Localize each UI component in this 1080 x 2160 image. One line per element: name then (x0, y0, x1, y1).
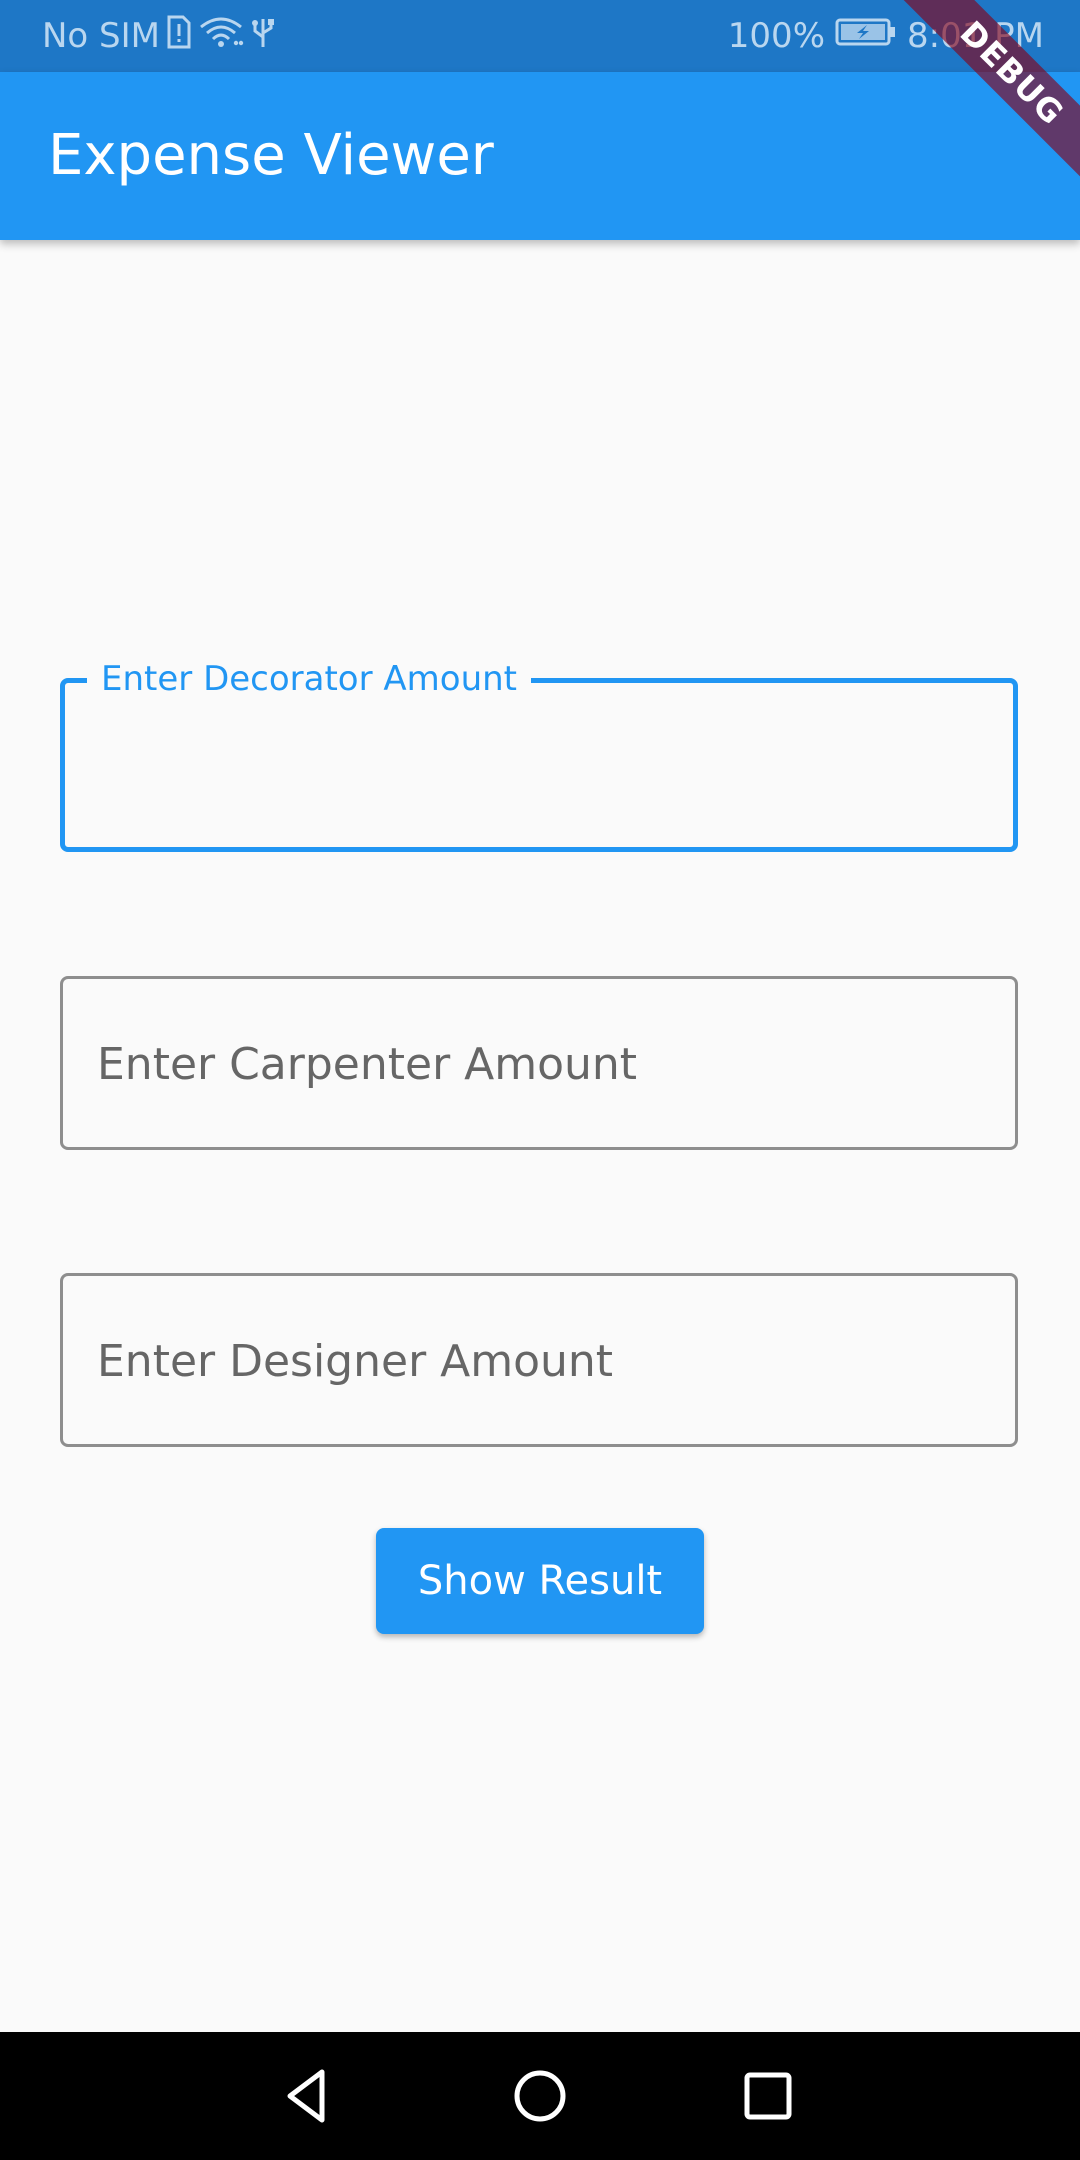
recents-icon (744, 2072, 792, 2120)
home-button[interactable] (502, 2058, 578, 2134)
carrier-text: No SIM (42, 16, 160, 56)
app-bar: Expense Viewer (0, 72, 1080, 240)
nav-bar (0, 2032, 1080, 2160)
screen: No SIM 100% Expense Viewer DEBUG Enter D… (0, 0, 1080, 2160)
back-icon (287, 2069, 325, 2123)
back-button[interactable] (270, 2058, 346, 2134)
battery-percent: 100% (727, 16, 825, 56)
decorator-amount-field[interactable]: Enter Decorator Amount (60, 657, 1018, 852)
designer-amount-field[interactable]: Enter Designer Amount (60, 1273, 1018, 1447)
home-icon (514, 2070, 566, 2122)
sim-alert-icon (166, 15, 192, 58)
show-result-button[interactable]: Show Result (376, 1528, 704, 1634)
app-title: Expense Viewer (48, 123, 494, 188)
carpenter-amount-placeholder: Enter Carpenter Amount (97, 1039, 638, 1090)
status-left: No SIM (42, 14, 276, 58)
battery-charging-icon (835, 16, 897, 56)
recents-button[interactable] (730, 2058, 806, 2134)
decorator-amount-label: Enter Decorator Amount (87, 657, 532, 701)
wifi-icon (198, 15, 244, 58)
usb-icon (250, 15, 276, 58)
designer-amount-placeholder: Enter Designer Amount (97, 1336, 614, 1387)
carpenter-amount-field[interactable]: Enter Carpenter Amount (60, 976, 1018, 1150)
